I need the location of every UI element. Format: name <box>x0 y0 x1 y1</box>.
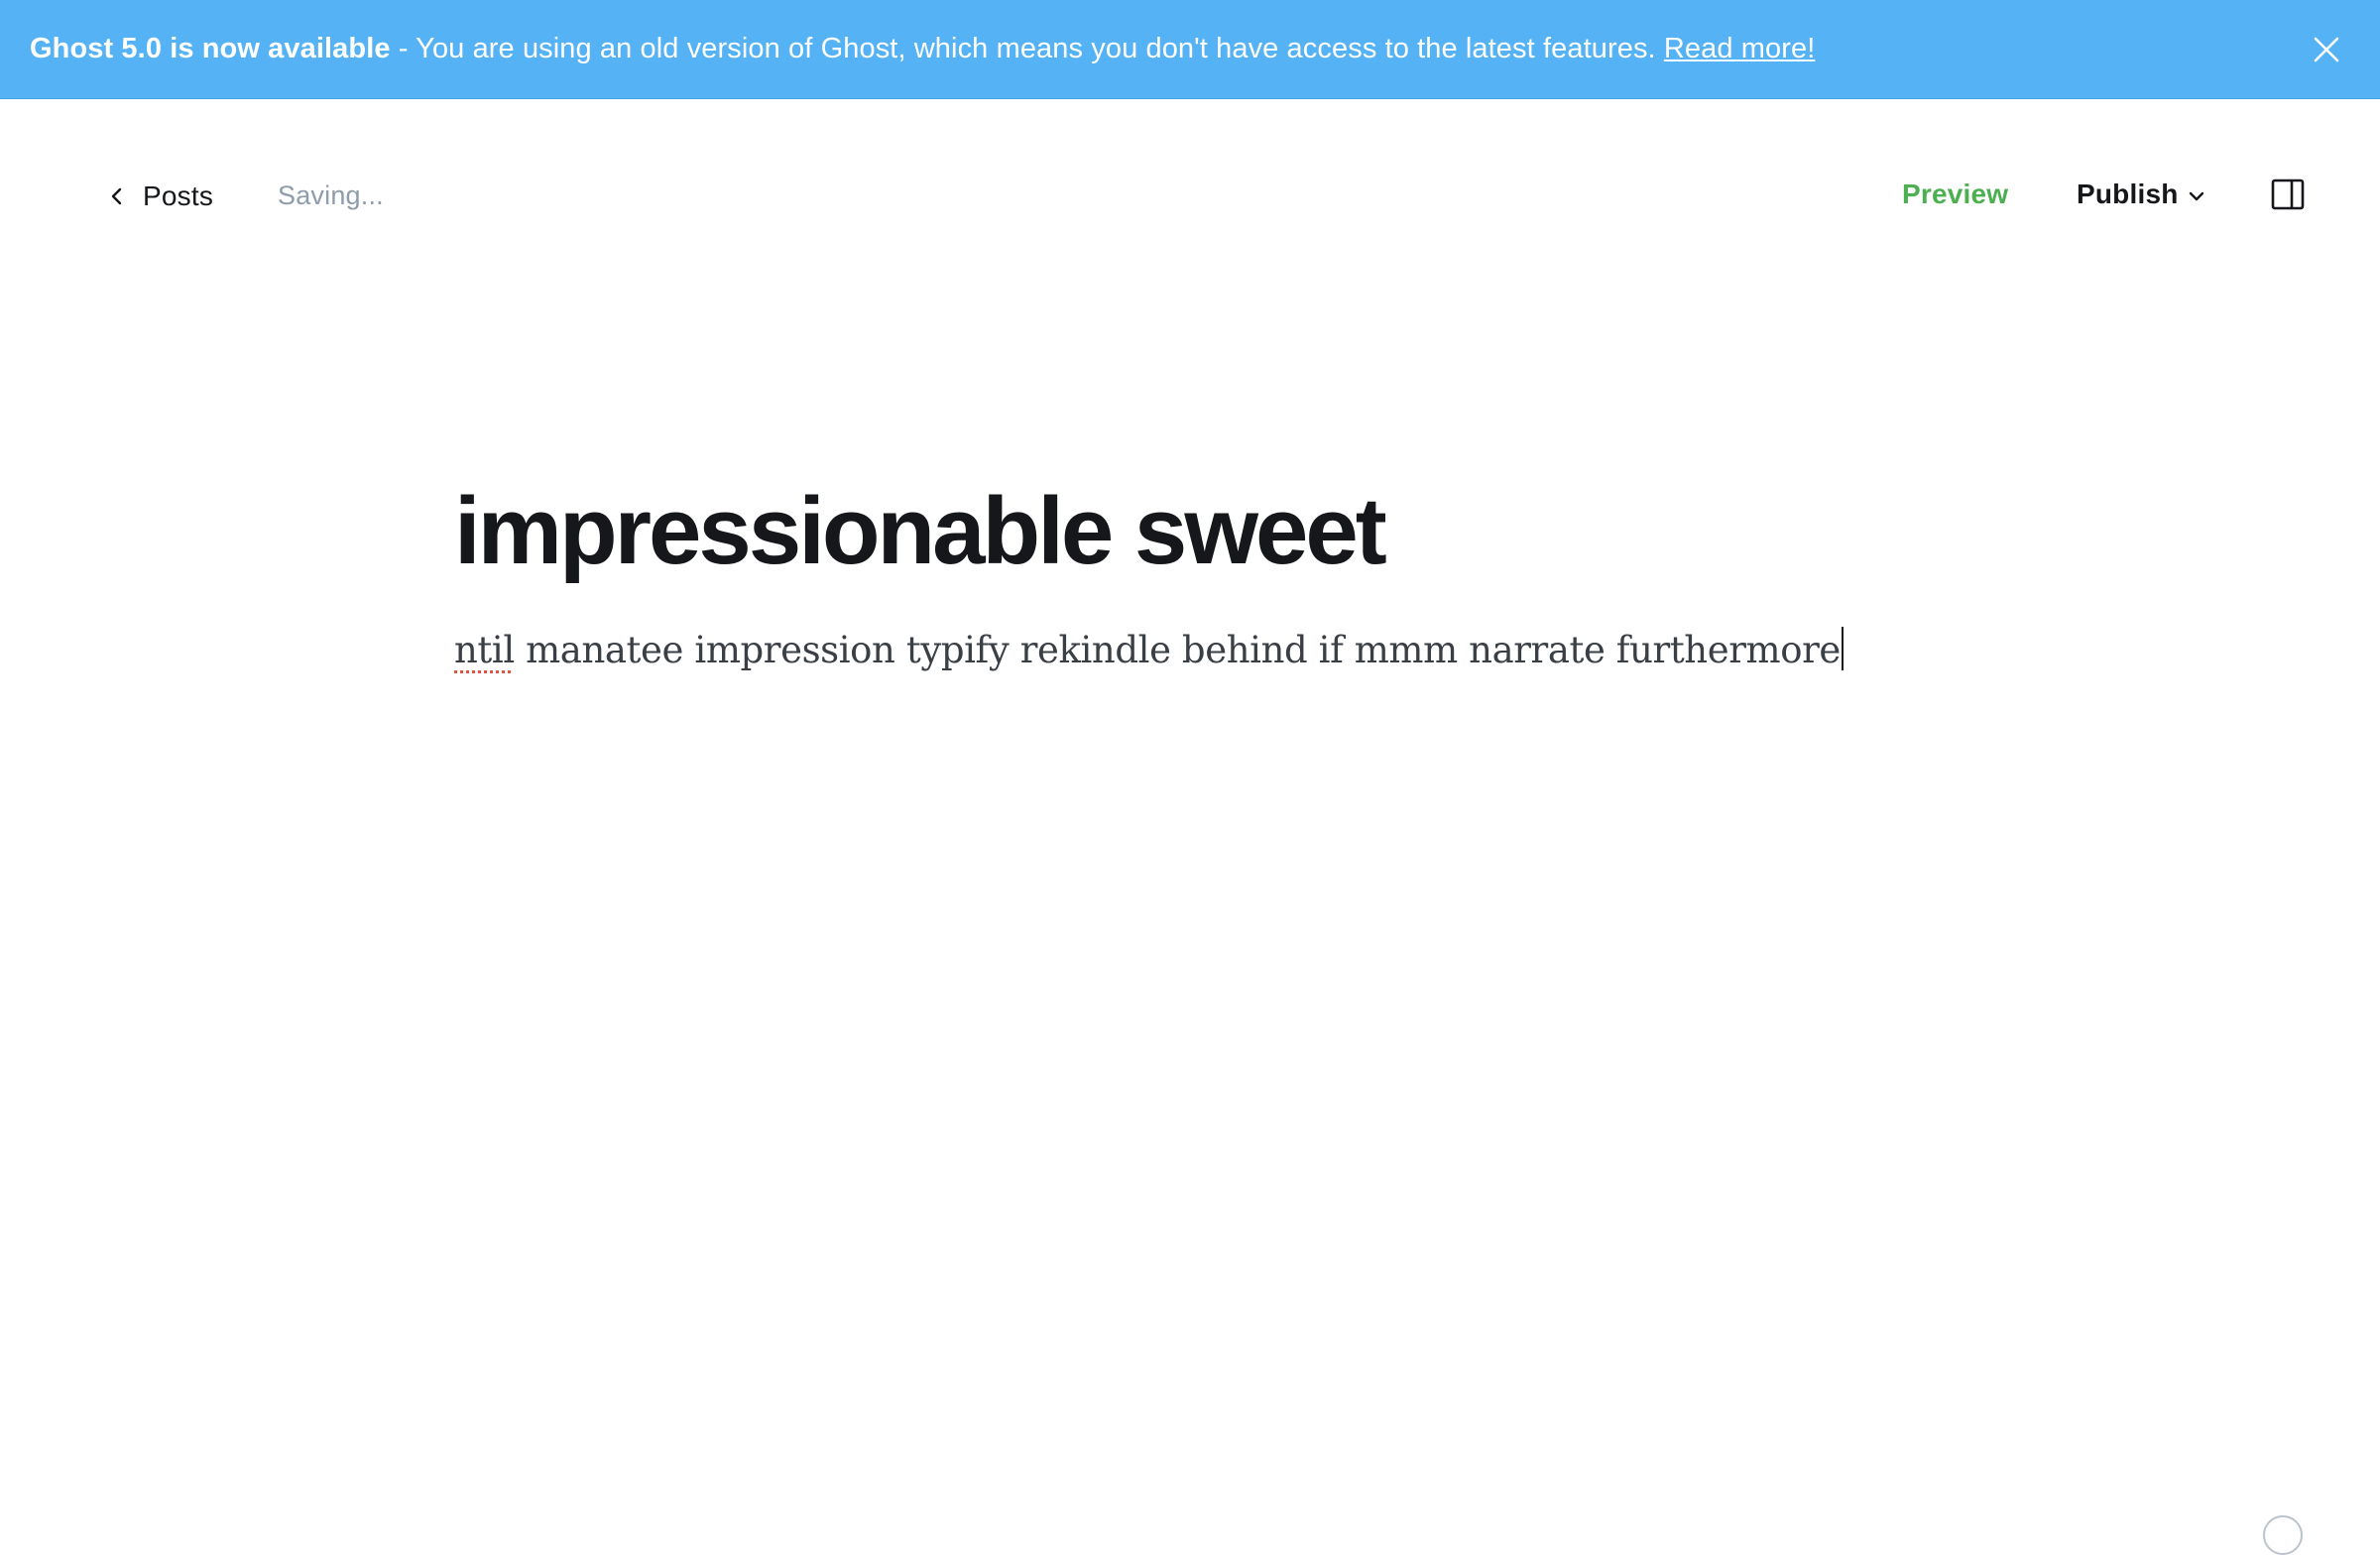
post-title-input[interactable]: impressionable sweet <box>454 476 1387 587</box>
post-body-text: manatee impression typify rekindle behin… <box>514 629 1841 671</box>
banner-text: Ghost 5.0 is now available - You are usi… <box>30 30 1815 67</box>
publish-menu-button[interactable]: Publish <box>2077 179 2206 210</box>
help-button[interactable] <box>2263 1515 2303 1555</box>
update-banner: Ghost 5.0 is now available - You are usi… <box>0 0 2380 99</box>
sidebar-toggle-icon <box>2271 179 2305 210</box>
misspelled-word: ntil <box>454 629 515 671</box>
close-icon <box>2314 37 2339 62</box>
banner-message: - You are using an old version of Ghost,… <box>390 33 1664 64</box>
settings-sidebar-toggle[interactable] <box>2271 179 2305 210</box>
post-body-editor[interactable]: ntil manatee impression typify rekindle … <box>454 621 1844 680</box>
back-label: Posts <box>143 180 214 211</box>
read-more-link[interactable]: Read more! <box>1664 33 1816 64</box>
chevron-left-icon <box>111 187 122 205</box>
chevron-down-icon <box>2189 191 2203 201</box>
publish-label: Publish <box>2077 179 2179 209</box>
editor-header: Posts Saving... Preview Publish <box>0 99 2380 294</box>
banner-headline: Ghost 5.0 is now available <box>30 33 391 64</box>
back-to-posts-link[interactable]: Posts <box>105 175 213 218</box>
save-status: Saving... <box>278 180 384 210</box>
banner-close-button[interactable] <box>2307 30 2346 69</box>
preview-button[interactable]: Preview <box>1902 179 2008 210</box>
text-cursor <box>1841 627 1844 670</box>
